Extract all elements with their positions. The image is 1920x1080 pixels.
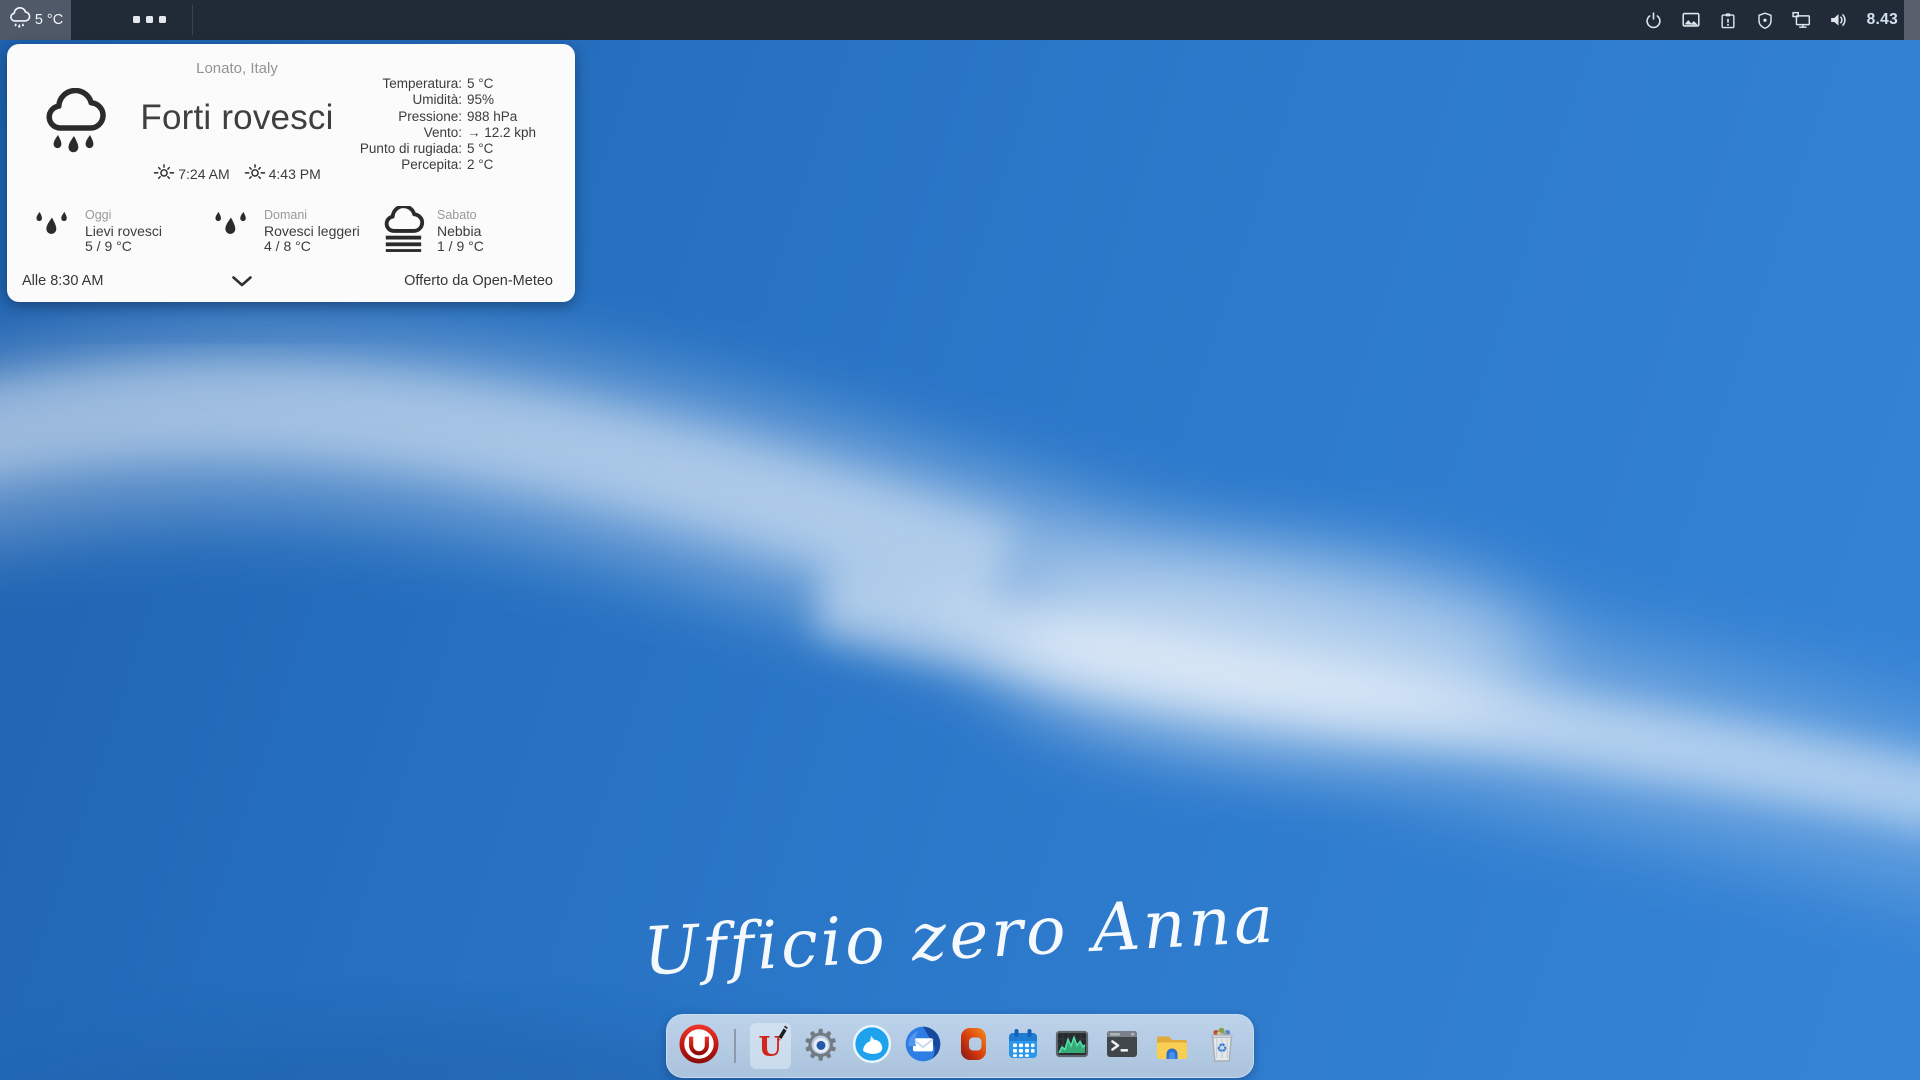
detail-label: Umidità:	[302, 92, 462, 108]
forecast-temps: 5 / 9 °C	[85, 239, 162, 255]
desktop: Ufficio zero Anna 5 °C	[0, 0, 1920, 1080]
detail-value: 2 °C	[467, 157, 493, 172]
detail-value: 988 hPa	[467, 109, 517, 124]
recycle-glyph: ♻	[1216, 1041, 1227, 1055]
sunrise-icon	[153, 162, 175, 185]
wallpaper-picture-icon[interactable]	[1679, 8, 1703, 32]
forecast-day-2: Sabato Nebbia 1 / 9 °C	[381, 206, 484, 257]
dock-item-uz-editor[interactable]: U	[750, 1023, 791, 1069]
pen-icon	[773, 1025, 789, 1048]
expand-forecast-button[interactable]	[229, 274, 255, 292]
detail-label: Pressione:	[302, 109, 462, 125]
sunrise-time: 7:24 AM	[178, 166, 229, 182]
terminal-icon	[1102, 1024, 1142, 1069]
panel-weather-applet[interactable]: 5 °C	[0, 0, 71, 40]
forecast-temps: 1 / 9 °C	[437, 239, 484, 255]
detail-label: Percepita:	[302, 157, 462, 173]
heavy-showers-icon	[43, 88, 107, 171]
dock-item-ufficio-zero-menu[interactable]	[678, 1023, 720, 1069]
dock: U ⚙	[666, 1014, 1254, 1078]
forecast-condition: Nebbia	[437, 224, 484, 240]
detail-label: Punto di rugiada:	[302, 141, 462, 157]
rain-cloud-icon	[8, 7, 31, 34]
dock-item-trash[interactable]: ♻	[1201, 1023, 1242, 1069]
chevron-down-icon	[231, 275, 253, 291]
dock-item-office-suite[interactable]	[953, 1023, 994, 1069]
dock-item-settings[interactable]: ⚙	[800, 1023, 842, 1069]
panel-menu-dots-icon[interactable]	[133, 16, 166, 23]
panel-weather-temp: 5 °C	[35, 12, 63, 28]
librewolf-icon	[851, 1023, 893, 1070]
volume-icon[interactable]	[1827, 8, 1851, 32]
office-icon	[953, 1024, 993, 1069]
forecast-day-label: Oggi	[85, 208, 162, 224]
forecast-day-1: Domani Rovesci leggeri 4 / 8 °C	[210, 206, 360, 257]
ufficio-zero-logo-icon	[678, 1023, 720, 1070]
thunderbird-icon	[902, 1023, 944, 1070]
detail-value: 5 °C	[467, 141, 493, 156]
panel-edge-strip	[1904, 0, 1920, 40]
detail-label: Temperatura:	[302, 76, 462, 92]
sunset-icon	[244, 162, 266, 185]
dock-item-system-monitor[interactable]	[1052, 1023, 1093, 1069]
panel-separator	[192, 5, 193, 35]
weather-popup: Lonato, Italy Forti rovesci	[7, 44, 575, 302]
forecast-day-0: Oggi Lievi rovesci 5 / 9 °C	[31, 206, 162, 257]
shield-icon[interactable]	[1753, 8, 1777, 32]
weather-attribution: Offerto da Open-Meteo	[404, 273, 553, 289]
forecast-condition: Lievi rovesci	[85, 224, 162, 240]
clipboard-alert-icon[interactable]	[1716, 8, 1740, 32]
dock-item-terminal[interactable]	[1102, 1023, 1143, 1069]
forecast-row: Oggi Lievi rovesci 5 / 9 °C Domani Roves…	[7, 206, 575, 268]
calendar-icon	[1003, 1024, 1043, 1069]
dock-item-thunderbird-mail[interactable]	[902, 1023, 944, 1069]
detail-label: Vento:	[302, 125, 462, 141]
detail-value: 5 °C	[467, 76, 493, 91]
forecast-day-label: Sabato	[437, 208, 484, 224]
forecast-condition: Rovesci leggeri	[264, 224, 360, 240]
folder-icon	[1152, 1024, 1192, 1069]
dock-item-calendar[interactable]	[1002, 1023, 1043, 1069]
gear-icon: ⚙	[800, 1025, 842, 1067]
weather-details: Temperatura: 5 °C Umidità: 95% Pressione: 9…	[302, 76, 536, 174]
top-panel: 5 °C	[0, 0, 1920, 40]
forecast-temps: 4 / 8 °C	[264, 239, 360, 255]
fog-icon	[381, 206, 425, 257]
forecast-day-label: Domani	[264, 208, 360, 224]
detail-value: → 12.2 kph	[467, 125, 536, 140]
power-icon[interactable]	[1642, 8, 1666, 32]
dock-item-file-manager[interactable]	[1152, 1023, 1193, 1069]
panel-clock[interactable]: 8.43	[1867, 11, 1898, 29]
network-display-icon[interactable]	[1790, 8, 1814, 32]
dock-separator	[734, 1029, 736, 1063]
system-monitor-icon	[1052, 1024, 1092, 1069]
trash-icon: ♻	[1202, 1023, 1242, 1070]
dock-item-librewolf-browser[interactable]	[851, 1023, 893, 1069]
detail-value: 95%	[467, 92, 494, 107]
system-tray: 8.43	[1642, 0, 1898, 40]
showers-icon	[210, 206, 252, 257]
weather-location: Lonato, Italy	[7, 60, 467, 77]
showers-icon	[31, 206, 73, 257]
weather-updated-time: Alle 8:30 AM	[22, 273, 103, 289]
